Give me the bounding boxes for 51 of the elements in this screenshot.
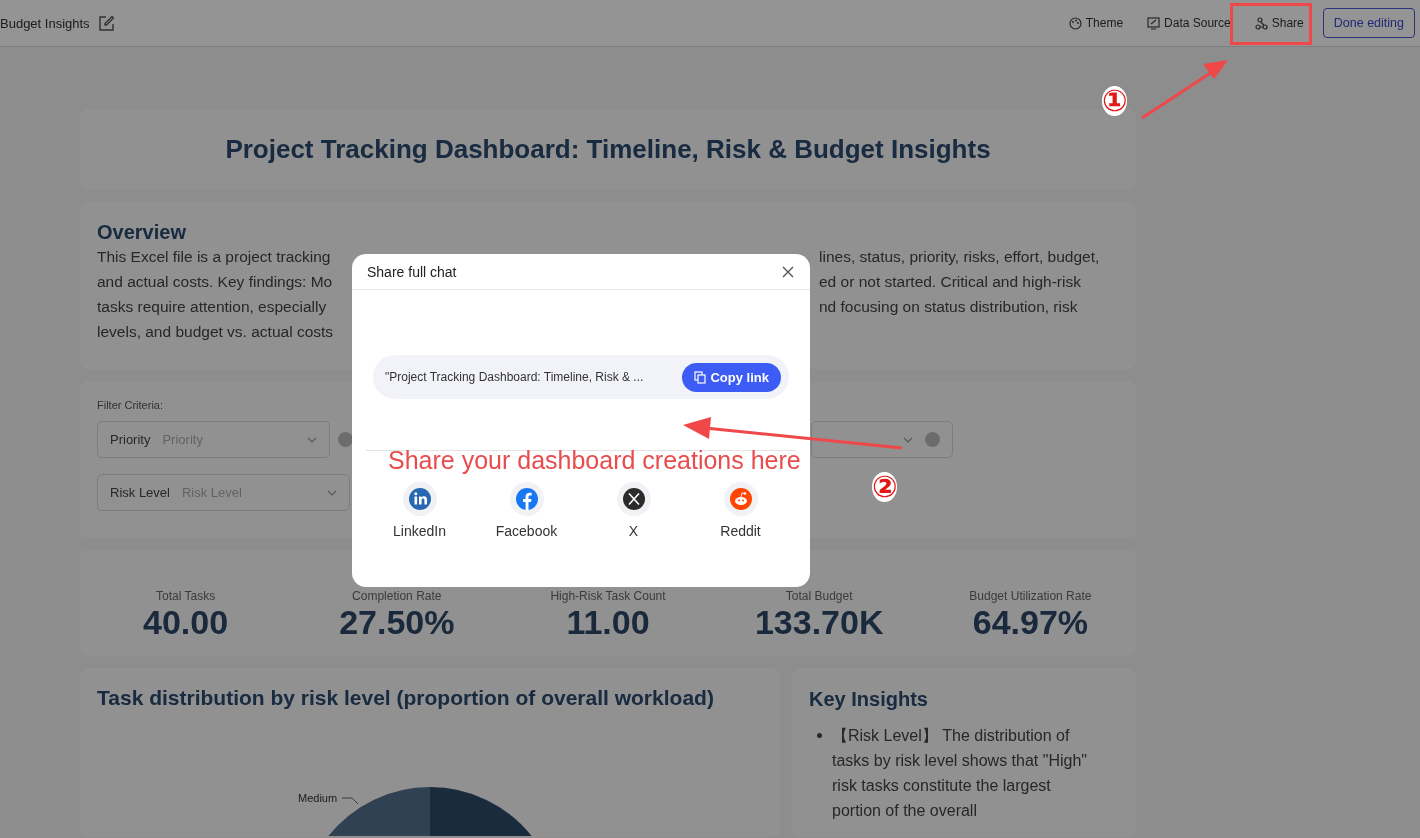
toolbar-button[interactable]: Theme: [1065, 10, 1127, 36]
overview-text: nd focusing on status distribution, risk: [819, 297, 1079, 317]
dashboard-heading: Project Tracking Dashboard: Timeline, Risk & Budget Insights: [225, 133, 991, 165]
overview-text: This Excel file is a project tracking: [97, 247, 332, 267]
leader-line: [341, 797, 359, 805]
edit-icon[interactable]: [97, 14, 115, 32]
chart-title: Task distribution by risk level (proportion of overall workload): [97, 686, 715, 710]
kpi-label: High-Risk Task Count: [550, 589, 666, 603]
close-icon[interactable]: [782, 265, 794, 278]
overview-text: and actual costs. Key findings: Mo: [97, 272, 334, 292]
kpi-value: 11.00: [566, 603, 650, 642]
palette-icon: [1068, 16, 1082, 30]
social-label: X: [628, 523, 639, 539]
chevron-down-icon: [903, 436, 913, 443]
kpi-value: 133.70K: [754, 603, 884, 642]
dashboard-title: Budget Insights: [0, 15, 90, 31]
toolbar-button[interactable]: Data Source: [1144, 10, 1234, 36]
insight-text: 【Risk Level】 The distribution of tasks by risk level shows that "High" risk tasks constitute the largest portion of the overall: [832, 726, 1087, 821]
share-icon: [1254, 16, 1268, 30]
overview-text: ed or not started. Critical and high-risk: [819, 272, 1082, 292]
copy-link-button[interactable]: Copy link: [682, 362, 781, 392]
overview-text: tasks require attention, especially: [97, 297, 328, 317]
overview-text: levels, and budget vs. actual costs: [97, 322, 335, 342]
social-icon[interactable]: [616, 482, 651, 516]
chevron-down-icon: [327, 489, 337, 496]
social-label: Reddit: [720, 523, 761, 539]
overview-heading: Overview: [97, 221, 187, 244]
done-editing-button[interactable]: Done editing: [1322, 8, 1415, 38]
social-label: Facebook: [495, 523, 558, 539]
kpi-label: Total Tasks: [156, 589, 216, 603]
dialog-title: Share full chat: [367, 263, 457, 280]
copy-icon: [694, 370, 707, 384]
link-text: "Project Tracking Dashboard: Timeline, Risk & ...: [385, 370, 644, 384]
monitor-icon: [1147, 16, 1161, 30]
kpi-value: 40.00: [143, 603, 229, 642]
overview-text: lines, status, priority, risks, effort, budget,: [819, 247, 1101, 267]
kpi-label: Total Budget: [785, 589, 853, 603]
chevron-down-icon: [307, 436, 317, 443]
social-label: LinkedIn: [393, 523, 446, 539]
filter-label: Filter Criteria:: [97, 399, 164, 411]
insights-heading: Key Insights: [809, 688, 929, 711]
annotation-text: Share your dashboard creations here: [388, 446, 801, 475]
kpi-label: Budget Utilization Rate: [969, 589, 1092, 603]
help-icon[interactable]: [337, 432, 353, 447]
kpi-label: Completion Rate: [352, 589, 442, 603]
toolbar-button[interactable]: Share: [1251, 10, 1307, 36]
kpi-value: 64.97%: [972, 603, 1089, 642]
step-number: ①: [1102, 86, 1128, 116]
bullet-icon: [817, 733, 822, 738]
slice-label: Medium: [298, 792, 338, 804]
kpi-value: 27.50%: [339, 603, 455, 642]
